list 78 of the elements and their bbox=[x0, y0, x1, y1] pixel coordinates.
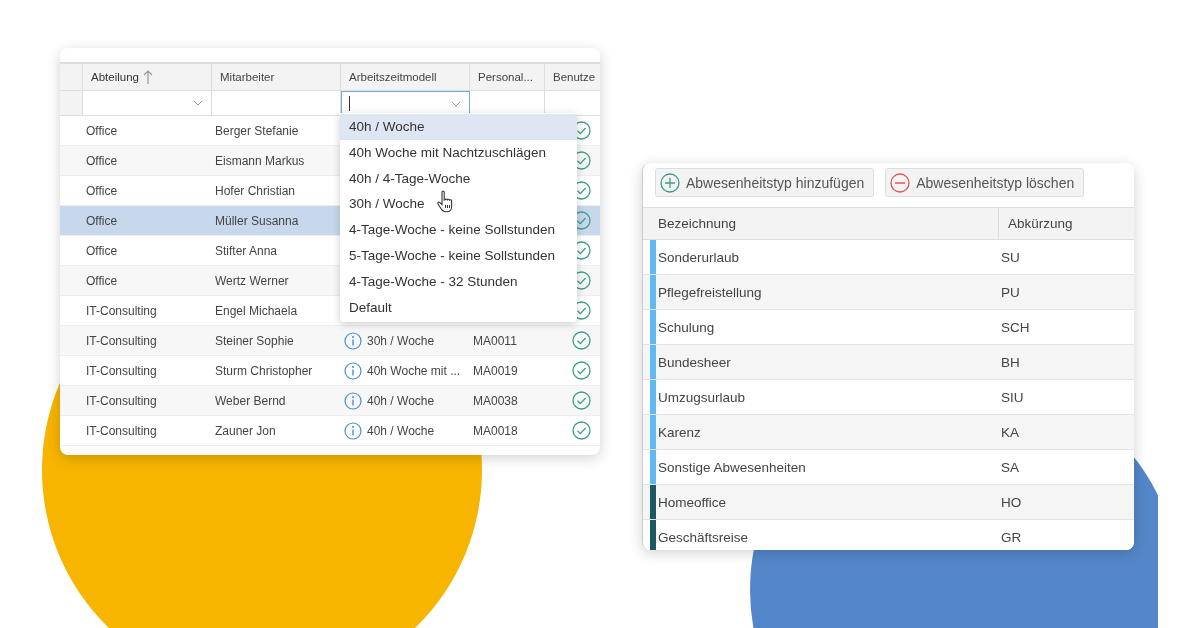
toolbar-button[interactable]: Abwesenheitstyp hinzufügen bbox=[655, 168, 875, 197]
check-circle-icon bbox=[572, 391, 591, 410]
table-cell: SIU bbox=[1001, 389, 1024, 405]
table-cell: Wertz Werner bbox=[215, 273, 289, 288]
table-cell: IT-Consulting bbox=[86, 423, 157, 438]
column-header[interactable]: Personal... bbox=[470, 64, 545, 90]
table-cell: Office bbox=[86, 183, 118, 198]
table-cell: Office bbox=[86, 213, 118, 228]
dropdown-option[interactable]: 5-Tage-Woche - keine Sollstunden bbox=[340, 243, 577, 269]
table-row[interactable]: IT-Consulting Zauner Jon 40h / Woche MA0018 bbox=[60, 416, 600, 446]
table-cell: MA0038 bbox=[473, 393, 518, 408]
table-cell: Umzugsurlaub bbox=[658, 389, 746, 405]
table-cell: SCH bbox=[1001, 319, 1030, 335]
table-cell: 40h / Woche bbox=[367, 423, 435, 438]
check-circle-icon bbox=[572, 331, 591, 350]
table-row[interactable]: IT-Consulting Sturm Christopher 40h Woche mit ... MA0019 bbox=[60, 356, 600, 386]
table-cell: Zauner Jon bbox=[215, 423, 276, 438]
table-cell: Bundesheer bbox=[658, 354, 731, 370]
table-cell: MA0011 bbox=[473, 333, 517, 348]
check-circle-icon bbox=[572, 361, 591, 380]
table-cell: Office bbox=[86, 243, 118, 258]
table-cell: Sonderurlaub bbox=[658, 249, 740, 265]
table-cell: 30h / Woche bbox=[367, 333, 435, 348]
column-header[interactable]: Arbeitszeitmodell bbox=[341, 64, 470, 90]
table-cell: Office bbox=[86, 273, 118, 288]
table-cell: Schulung bbox=[658, 319, 715, 335]
info-icon[interactable] bbox=[344, 391, 362, 410]
table-cell: Pflegefreistellung bbox=[658, 284, 762, 300]
dropdown-option[interactable]: 4-Tage-Woche - 32 Stunden bbox=[340, 268, 577, 295]
table-cell: Homeoffice bbox=[658, 494, 727, 510]
table-cell: IT-Consulting bbox=[86, 393, 157, 408]
column-header[interactable]: Abteilung bbox=[83, 64, 212, 90]
info-icon[interactable] bbox=[344, 421, 362, 440]
table-row[interactable]: IT-Consulting Steiner Sophie 30h / Woche MA0011 bbox=[60, 326, 600, 356]
chevron-icon bbox=[451, 101, 461, 107]
table-cell: Geschäftsreise bbox=[658, 529, 749, 545]
column-header[interactable]: Abkürzung bbox=[999, 216, 1073, 231]
table-cell: IT-Consulting bbox=[86, 363, 157, 378]
chevron-icon bbox=[193, 100, 203, 106]
table-cell: Weber Bernd bbox=[215, 393, 286, 408]
table-cell: Office bbox=[86, 153, 118, 168]
table-cell: Engel Michaela bbox=[215, 303, 298, 318]
column-header[interactable]: Mitarbeiter bbox=[212, 64, 341, 90]
table-cell: MA0019 bbox=[473, 363, 518, 378]
info-icon[interactable] bbox=[344, 331, 362, 350]
table-cell: Hofer Christian bbox=[215, 183, 296, 198]
table-cell: Karenz bbox=[658, 424, 701, 440]
table-cell: KA bbox=[1001, 424, 1019, 440]
table-cell: SA bbox=[1001, 459, 1019, 475]
table-cell: Sturm Christopher bbox=[215, 363, 313, 378]
table-cell: Stifter Anna bbox=[215, 243, 278, 258]
table-cell: Office bbox=[86, 123, 118, 138]
column-header[interactable]: Bezeichnung bbox=[643, 208, 999, 239]
table-cell: Berger Stefanie bbox=[215, 123, 299, 138]
table-cell: SU bbox=[1001, 249, 1020, 265]
dropdown-option[interactable]: Default bbox=[340, 294, 577, 321]
table-cell: PU bbox=[1001, 284, 1020, 300]
dropdown-option[interactable]: 40h / Woche bbox=[340, 114, 577, 140]
check-circle-icon bbox=[572, 421, 591, 440]
table-cell: IT-Consulting bbox=[86, 303, 157, 318]
table-cell: Steiner Sophie bbox=[215, 333, 294, 348]
table-cell: Müller Susanna bbox=[215, 213, 299, 228]
table-row[interactable]: IT-Consulting Weber Bernd 40h / Woche MA0038 bbox=[60, 386, 600, 416]
table-cell: Eismann Markus bbox=[215, 153, 305, 168]
toolbar-button[interactable]: Abwesenheitstyp löschen bbox=[885, 168, 1085, 197]
info-icon[interactable] bbox=[344, 361, 362, 380]
table-cell: MA0018 bbox=[473, 423, 518, 438]
table-cell: Sonstige Abwesenheiten bbox=[658, 459, 806, 475]
minus-icon bbox=[890, 172, 911, 193]
table-cell: GR bbox=[1001, 529, 1022, 545]
table-cell: 40h Woche mit ... bbox=[367, 363, 461, 378]
table-cell: BH bbox=[1001, 354, 1020, 370]
sort-arrow-icon bbox=[142, 69, 153, 85]
table-cell: IT-Consulting bbox=[86, 333, 157, 348]
table-cell: 40h / Woche bbox=[367, 393, 435, 408]
plus-icon bbox=[660, 172, 680, 193]
column-header[interactable]: Benutze bbox=[545, 64, 600, 90]
table-cell: HO bbox=[1001, 494, 1022, 510]
